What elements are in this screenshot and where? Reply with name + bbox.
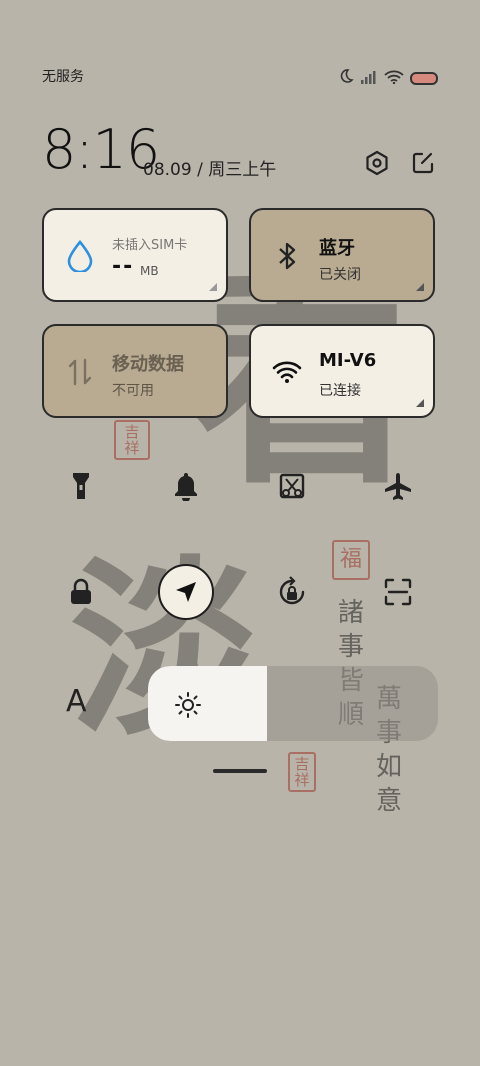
wifi-icon xyxy=(271,356,303,388)
scan-icon[interactable] xyxy=(376,570,420,614)
mobile-data-title: 移动数据 xyxy=(112,354,184,375)
brightness-slider[interactable] xyxy=(148,666,438,741)
mobile-data-card[interactable]: 移动数据 不可用 xyxy=(42,324,228,418)
clock-time[interactable]: 8:16 xyxy=(42,118,160,182)
wifi-card[interactable]: MI-V6 已连接 xyxy=(249,324,435,418)
wifi-status-icon xyxy=(384,69,404,88)
wifi-status: 已连接 xyxy=(319,383,361,399)
screenshot-icon[interactable] xyxy=(270,464,314,508)
data-arrows-icon xyxy=(64,356,96,388)
bell-icon[interactable] xyxy=(164,464,208,508)
flashlight-icon[interactable] xyxy=(59,464,103,508)
bluetooth-icon xyxy=(271,240,303,272)
drop-icon xyxy=(64,240,96,272)
bluetooth-status: 已关闭 xyxy=(319,267,361,283)
status-icons xyxy=(338,68,438,88)
edit-icon[interactable] xyxy=(408,148,438,178)
status-bar: 无服务 xyxy=(42,66,438,86)
expand-corner-icon xyxy=(416,283,424,291)
carrier-label: 无服务 xyxy=(42,69,84,85)
drawer-handle[interactable] xyxy=(213,769,267,773)
bluetooth-title: 蓝牙 xyxy=(319,238,355,259)
settings-hexagon-icon[interactable] xyxy=(362,148,392,178)
wallpaper-seal-3: 吉祥 xyxy=(288,752,316,792)
wallpaper-seal-2: 福 xyxy=(332,540,370,580)
moon-icon xyxy=(338,68,354,88)
bluetooth-card[interactable]: 蓝牙 已关闭 xyxy=(249,208,435,302)
sun-icon xyxy=(174,691,202,723)
mobile-data-status: 不可用 xyxy=(112,383,154,399)
data-usage-title: 未插入SIM卡 xyxy=(112,238,188,253)
data-usage-value: -- xyxy=(112,254,135,279)
brightness-fill xyxy=(148,666,267,741)
lock-icon[interactable] xyxy=(59,570,103,614)
data-usage-card[interactable]: 未插入SIM卡 -- MB xyxy=(42,208,228,302)
data-usage-unit: MB xyxy=(140,264,159,278)
signal-icon xyxy=(360,69,378,88)
auto-brightness-toggle[interactable]: A xyxy=(66,684,87,719)
location-icon[interactable] xyxy=(158,564,214,620)
wifi-ssid: MI-V6 xyxy=(319,350,377,371)
wallpaper-seal-1: 吉祥 xyxy=(114,420,150,460)
airplane-icon[interactable] xyxy=(376,464,420,508)
clock-date[interactable]: 08.09 / 周三上午 xyxy=(143,155,276,180)
expand-corner-icon xyxy=(209,283,217,291)
expand-corner-icon xyxy=(416,399,424,407)
battery-icon xyxy=(410,71,438,85)
rotation-lock-icon[interactable] xyxy=(270,570,314,614)
